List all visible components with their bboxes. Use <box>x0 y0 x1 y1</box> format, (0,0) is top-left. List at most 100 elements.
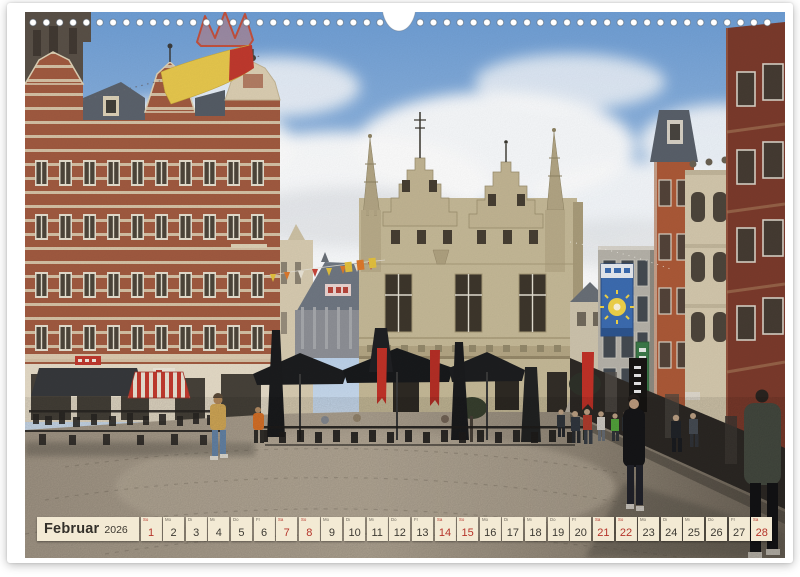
day-cell-4: Mi 4 <box>208 517 229 541</box>
day-number: 18 <box>525 527 546 539</box>
day-number: 13 <box>412 527 433 539</box>
day-cell-23: Mo23 <box>638 517 659 541</box>
weekday-label: Do <box>708 518 714 522</box>
month-name: Februar <box>44 517 99 541</box>
day-cell-15: So15 <box>457 517 478 541</box>
day-number: 4 <box>208 527 229 539</box>
weekday-label: Mi <box>685 518 690 522</box>
binding-hole <box>243 19 250 26</box>
binding-hole <box>203 19 210 26</box>
day-cell-24: Di24 <box>661 517 682 541</box>
weekday-label: Sa <box>753 518 758 522</box>
binding-hole <box>697 19 704 26</box>
weekday-label: Mi <box>210 518 215 522</box>
day-cell-2: Mo 2 <box>163 517 184 541</box>
day-number: 3 <box>186 527 207 539</box>
weekday-label: Mo <box>482 518 488 522</box>
binding-hole <box>550 19 557 26</box>
binding-hole <box>337 19 344 26</box>
day-cell-19: Do19 <box>548 517 569 541</box>
day-cell-6: Fr 6 <box>254 517 275 541</box>
binding-hole <box>30 19 37 26</box>
binding-hole <box>444 19 451 26</box>
binding-hole <box>270 19 277 26</box>
binding-hole <box>711 19 718 26</box>
binding-hole <box>56 19 63 26</box>
day-number: 11 <box>367 527 388 539</box>
binding-hole <box>323 19 330 26</box>
weekday-label: Di <box>663 518 667 522</box>
weekday-label: Sa <box>437 518 442 522</box>
date-strip: Februar 2026 So1Mo2Di3Mi4Do5Fr6Sa7So8Mo9… <box>25 517 785 547</box>
binding-hole <box>230 19 237 26</box>
weekday-label: Di <box>346 518 350 522</box>
binding-hole <box>470 19 477 26</box>
binding-hole <box>163 19 170 26</box>
day-number: 9 <box>321 527 342 539</box>
binding-hole <box>670 19 677 26</box>
day-cell-21: Sa 21 <box>593 517 614 541</box>
weekday-label: So <box>143 518 148 522</box>
binding-hole <box>136 19 143 26</box>
mechelen-square-photo <box>25 12 785 558</box>
weekday-label: Sa <box>278 518 283 522</box>
weekday-label: Do <box>391 518 397 522</box>
weekday-label: So <box>459 518 464 522</box>
day-cell-16: Mo 16 <box>480 517 501 541</box>
day-number: 16 <box>480 527 501 539</box>
weekday-label: Do <box>550 518 556 522</box>
binding-hole <box>297 19 304 26</box>
day-number: 17 <box>502 527 523 539</box>
weekday-label: Fr <box>572 518 576 522</box>
weekday-label: Di <box>504 518 508 522</box>
day-cell-20: Fr 20 <box>570 517 591 541</box>
binding-hole <box>257 19 264 26</box>
binding-hole <box>457 19 464 26</box>
day-cell-14: Sa14 <box>435 517 456 541</box>
day-cell-22: So22 <box>616 517 637 541</box>
binding-hole <box>96 19 103 26</box>
year-label: 2026 <box>104 524 127 536</box>
binding-hole <box>510 19 517 26</box>
day-cell-7: Sa 7 <box>276 517 297 541</box>
day-cell-28: Sa 28 <box>751 517 772 541</box>
binding-hole <box>577 19 584 26</box>
day-number: 6 <box>254 527 275 539</box>
day-cell-18: Mi18 <box>525 517 546 541</box>
day-cell-13: Fr13 <box>412 517 433 541</box>
binding-hole <box>430 19 437 26</box>
calendar-sheet: Februar 2026 So1Mo2Di3Mi4Do5Fr6Sa7So8Mo9… <box>7 3 793 563</box>
month-label: Februar 2026 <box>37 517 139 541</box>
binding-hole <box>43 19 50 26</box>
binding-hole <box>751 19 758 26</box>
weekday-label: So <box>301 518 306 522</box>
day-number: 28 <box>751 527 772 539</box>
binding-hole <box>176 19 183 26</box>
day-cell-1: So 1 <box>141 517 162 541</box>
day-number: 1 <box>141 527 162 539</box>
binding-hole <box>497 19 504 26</box>
binding-hole <box>217 19 224 26</box>
binding-hole <box>70 19 77 26</box>
binding-hole <box>123 19 130 26</box>
day-number: 21 <box>593 527 614 539</box>
day-cell-8: So8 <box>299 517 320 541</box>
day-cell-12: Do12 <box>389 517 410 541</box>
weekday-label: Fr <box>731 518 735 522</box>
weekday-label: Mo <box>165 518 171 522</box>
day-number: 22 <box>616 527 637 539</box>
day-number: 20 <box>570 527 591 539</box>
binding-hole <box>617 19 624 26</box>
weekday-label: Mi <box>369 518 374 522</box>
binding-hole <box>110 19 117 26</box>
day-cell-11: Mi 11 <box>367 517 388 541</box>
binding-hole <box>283 19 290 26</box>
weekday-label: Fr <box>256 518 260 522</box>
day-number: 2 <box>163 527 184 539</box>
day-cell-17: Di 17 <box>502 517 523 541</box>
day-number: 7 <box>276 527 297 539</box>
weekday-label: Sa <box>595 518 600 522</box>
day-cell-3: Di3 <box>186 517 207 541</box>
day-cell-9: Mo9 <box>321 517 342 541</box>
day-cell-27: Fr27 <box>729 517 750 541</box>
